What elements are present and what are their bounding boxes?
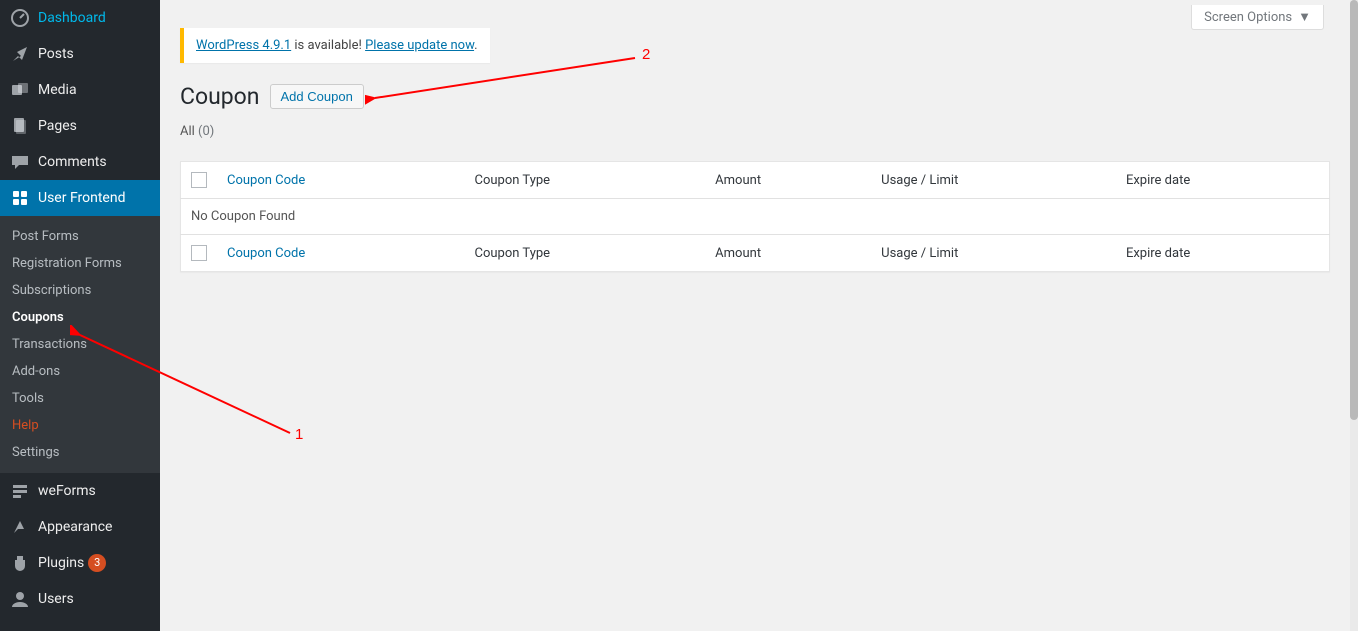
- menu-comments[interactable]: Comments: [0, 144, 160, 180]
- annotation-label-2: 2: [642, 46, 650, 63]
- th-amount: Amount: [705, 162, 871, 199]
- menu-weforms[interactable]: weForms: [0, 473, 160, 509]
- media-icon: [10, 80, 30, 100]
- submenu-addons[interactable]: Add-ons: [0, 358, 160, 385]
- tf-usage-limit: Usage / Limit: [871, 235, 1116, 272]
- submenu-help[interactable]: Help: [0, 412, 160, 439]
- tf-amount: Amount: [705, 235, 871, 272]
- no-coupon-found: No Coupon Found: [181, 199, 1330, 235]
- pages-icon: [10, 116, 30, 136]
- submenu-settings[interactable]: Settings: [0, 439, 160, 466]
- filter-all-count: (0): [198, 124, 214, 139]
- screen-options-toggle[interactable]: Screen Options ▼: [1191, 5, 1324, 30]
- submenu-registration-forms[interactable]: Registration Forms: [0, 250, 160, 277]
- screen-options-label: Screen Options: [1204, 10, 1292, 25]
- menu-pages-label: Pages: [38, 118, 77, 134]
- scrollbar-thumb[interactable]: [1350, 0, 1358, 420]
- submenu-transactions[interactable]: Transactions: [0, 331, 160, 358]
- menu-pages[interactable]: Pages: [0, 108, 160, 144]
- users-icon: [10, 589, 30, 609]
- notice-mid-text: is available!: [291, 38, 365, 53]
- menu-appearance[interactable]: Appearance: [0, 509, 160, 545]
- filter-links: All (0): [180, 124, 1330, 139]
- menu-plugins-label: Plugins: [38, 555, 84, 571]
- tf-expire-date: Expire date: [1116, 235, 1330, 272]
- submenu-coupons[interactable]: Coupons: [0, 304, 160, 331]
- menu-user-frontend[interactable]: User Frontend: [0, 180, 160, 216]
- submenu-tools[interactable]: Tools: [0, 385, 160, 412]
- menu-comments-label: Comments: [38, 154, 107, 170]
- plugins-icon: [10, 553, 30, 573]
- submenu-subscriptions[interactable]: Subscriptions: [0, 277, 160, 304]
- chevron-down-icon: ▼: [1298, 9, 1311, 25]
- th-expire-date: Expire date: [1116, 162, 1330, 199]
- menu-media[interactable]: Media: [0, 72, 160, 108]
- update-notice: WordPress 4.9.1 is available! Please upd…: [180, 28, 490, 63]
- page-heading-row: Coupon Add Coupon: [180, 83, 1330, 110]
- add-coupon-button[interactable]: Add Coupon: [270, 84, 364, 109]
- th-coupon-code[interactable]: Coupon Code: [217, 162, 464, 199]
- menu-users-label: Users: [38, 591, 74, 607]
- page-scrollbar[interactable]: [1350, 0, 1358, 631]
- tf-select-all: [181, 235, 218, 272]
- coupon-table: Coupon Code Coupon Type Amount Usage / L…: [180, 161, 1330, 272]
- plugins-update-badge: 3: [88, 554, 106, 572]
- th-select-all: [181, 162, 218, 199]
- select-all-checkbox-bottom[interactable]: [191, 245, 207, 261]
- weforms-icon: [10, 481, 30, 501]
- submenu-post-forms[interactable]: Post Forms: [0, 223, 160, 250]
- dashboard-icon: [10, 8, 30, 28]
- notice-version-link[interactable]: WordPress 4.9.1: [196, 38, 291, 53]
- admin-sidebar: Dashboard Posts Media Pages Comments Use…: [0, 0, 160, 631]
- tf-coupon-code[interactable]: Coupon Code: [217, 235, 464, 272]
- annotation-label-1: 1: [295, 426, 303, 443]
- notice-update-link[interactable]: Please update now: [365, 38, 474, 53]
- filter-all[interactable]: All: [180, 124, 195, 139]
- menu-dashboard-label: Dashboard: [38, 10, 106, 26]
- menu-posts-label: Posts: [38, 46, 74, 62]
- menu-plugins[interactable]: Plugins 3: [0, 545, 160, 581]
- appearance-icon: [10, 517, 30, 537]
- tf-coupon-type: Coupon Type: [464, 235, 705, 272]
- select-all-checkbox-top[interactable]: [191, 172, 207, 188]
- menu-user-frontend-label: User Frontend: [38, 190, 125, 206]
- menu-users[interactable]: Users: [0, 581, 160, 617]
- submenu-user-frontend: Post Forms Registration Forms Subscripti…: [0, 216, 160, 473]
- menu-weforms-label: weForms: [38, 483, 96, 499]
- pin-icon: [10, 44, 30, 64]
- th-coupon-type: Coupon Type: [464, 162, 705, 199]
- comments-icon: [10, 152, 30, 172]
- table-empty-row: No Coupon Found: [181, 199, 1330, 235]
- user-frontend-icon: [10, 188, 30, 208]
- menu-dashboard[interactable]: Dashboard: [0, 0, 160, 36]
- page-title: Coupon: [180, 83, 260, 110]
- main-content: Screen Options ▼ WordPress 4.9.1 is avai…: [160, 0, 1350, 631]
- notice-tail: .: [474, 38, 477, 53]
- menu-appearance-label: Appearance: [38, 519, 112, 535]
- th-usage-limit: Usage / Limit: [871, 162, 1116, 199]
- menu-posts[interactable]: Posts: [0, 36, 160, 72]
- menu-media-label: Media: [38, 82, 77, 98]
